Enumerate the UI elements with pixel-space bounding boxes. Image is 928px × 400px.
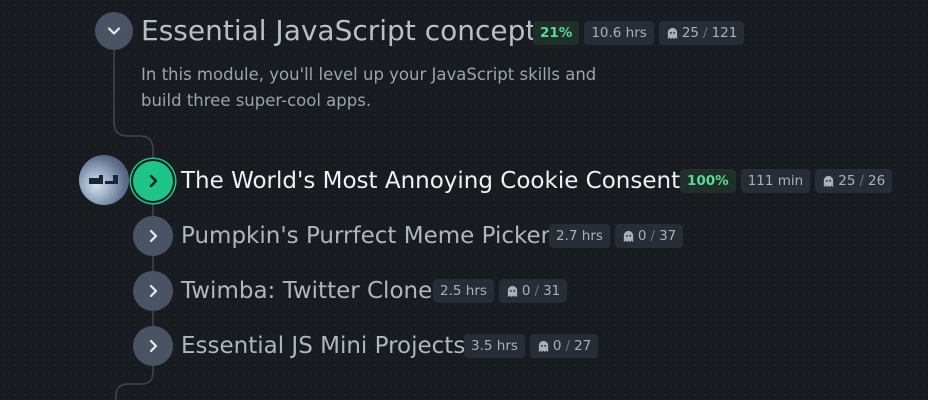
lesson-challenges-badge: 0 / 31 [498,279,568,303]
lesson-title[interactable]: Essential JS Mini Projects [181,331,465,361]
module-progress-badge: 21% [533,21,580,45]
module-description: In this module, you'll level up your Jav… [141,65,597,110]
lesson-expand-button[interactable] [133,326,173,366]
lesson-challenges-total: 26 [868,173,886,189]
separator: / [859,173,864,189]
lesson-challenges-done: 0 [552,338,562,354]
lesson-duration-badge: 2.5 hrs [433,279,494,303]
lesson-badges: 2.5 hrs 0 / 31 [433,279,568,303]
ghost-icon [507,285,518,297]
module-badges: 21% 10.6 hrs 25 / 121 [533,21,745,45]
module-duration-badge: 10.6 hrs [584,21,654,45]
scrimba-avatar [79,155,129,205]
module-collapse-button[interactable] [95,12,133,50]
separator: / [565,338,571,354]
lesson-challenges-done: 25 [838,173,856,189]
separator: / [703,25,708,41]
module-title[interactable]: Essential JavaScript concepts [141,13,551,49]
lesson-challenges-badge: 25 / 26 [815,169,893,193]
chevron-right-icon [149,174,158,188]
ghost-icon [824,175,834,187]
lesson-title[interactable]: Pumpkin's Purrfect Meme Picker [181,221,550,251]
ghost-icon [623,230,634,242]
chevron-right-icon [149,229,158,243]
lesson-challenges-badge: 0 / 37 [614,224,684,248]
module-challenges-badge: 25 / 121 [658,21,745,45]
lesson-challenges-total: 27 [574,338,592,354]
lesson-duration-badge: 2.7 hrs [549,224,610,248]
lesson-title[interactable]: Twimba: Twitter Clone [181,276,432,306]
lesson-challenges-total: 37 [659,228,677,244]
lesson-badges: 3.5 hrs 0 / 27 [464,334,599,358]
lesson-expand-button[interactable] [133,216,173,256]
separator: / [650,228,656,244]
scrimba-logo-icon [89,175,118,184]
course-module-view: Essential JavaScript concepts 21% 10.6 h… [0,0,928,400]
module-challenges-done: 25 [681,25,700,41]
chevron-down-icon [107,27,121,35]
chevron-right-icon [149,284,158,298]
lesson-badges: 100% 111 min 25 / 26 [680,169,893,193]
ghost-icon [667,27,677,39]
ghost-icon [538,340,549,352]
lesson-title[interactable]: The World's Most Annoying Cookie Consent [181,166,680,196]
lesson-challenges-done: 0 [637,228,647,244]
lesson-progress-badge: 100% [680,169,736,193]
lesson-challenges-total: 31 [543,283,561,299]
chevron-right-icon [149,339,158,353]
lesson-duration-badge: 3.5 hrs [464,334,525,358]
lesson-challenges-done: 0 [521,283,531,299]
lesson-challenges-badge: 0 / 27 [529,334,599,358]
separator: / [534,283,540,299]
lesson-expand-button[interactable] [133,271,173,311]
lesson-expand-button[interactable] [133,161,173,201]
lesson-badges: 2.7 hrs 0 / 37 [549,224,684,248]
module-challenges-total: 121 [711,25,738,41]
lesson-duration-badge: 111 min [740,169,811,193]
